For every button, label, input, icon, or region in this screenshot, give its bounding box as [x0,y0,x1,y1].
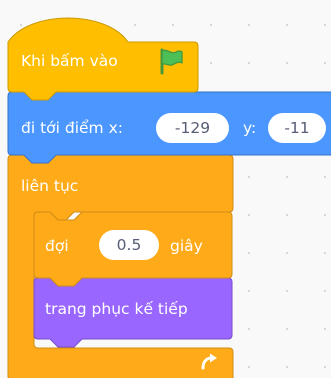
green-flag-icon [160,48,183,75]
code-workspace[interactable]: Khi bấm vào đi tới điểm x: -129 y: -11 l… [0,0,331,378]
forever-block-label: liên tục [21,177,79,195]
y-value-input[interactable]: -11 [268,113,326,143]
wait-seconds-input[interactable]: 0.5 [99,230,159,260]
hat-block-label: Khi bấm vào [21,52,118,70]
y-label: y: [243,119,257,137]
x-value-input[interactable]: -129 [156,113,229,143]
wait-unit-label: giây [170,237,203,255]
loop-arrow-icon [201,353,217,370]
goto-block-label: đi tới điểm x: [21,119,123,137]
next-costume-label: trang phục kế tiếp [45,300,188,318]
wait-block-label: đợi [45,237,69,255]
